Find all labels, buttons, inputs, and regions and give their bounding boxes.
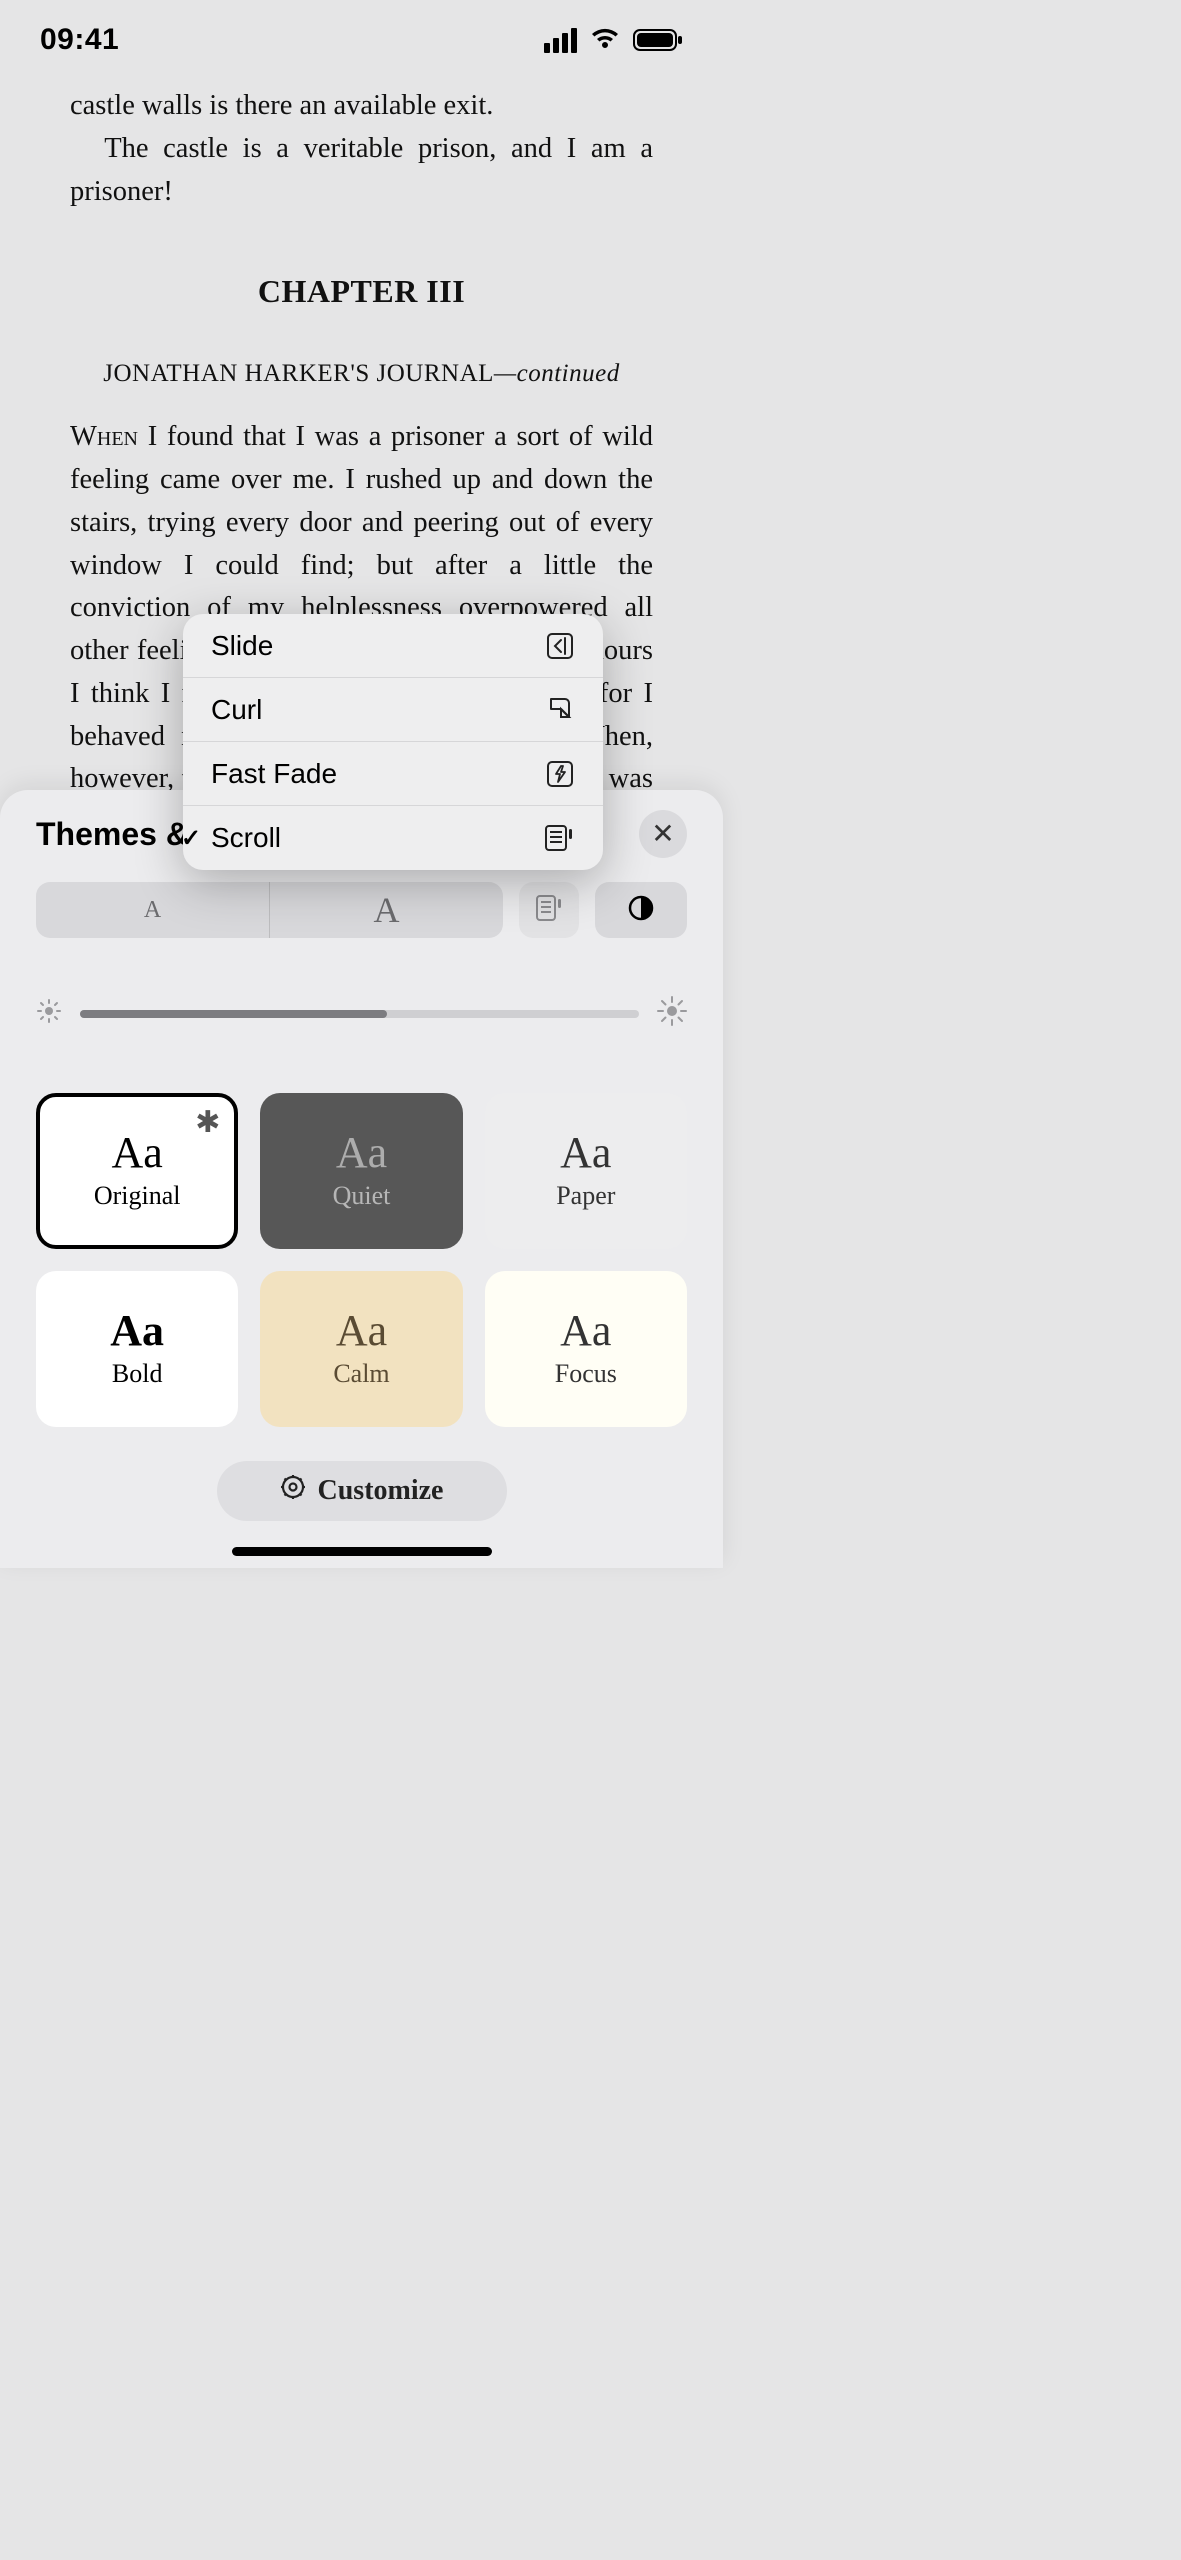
theme-name: Focus — [555, 1359, 617, 1389]
menu-item-curl[interactable]: Curl — [183, 678, 603, 742]
gear-icon — [280, 1474, 306, 1508]
appearance-controls-row: A A — [36, 882, 687, 938]
theme-sample-text: Aa — [560, 1131, 611, 1175]
menu-item-label: Curl — [211, 694, 262, 726]
theme-name: Paper — [556, 1181, 615, 1211]
theme-sample-text: Aa — [560, 1309, 611, 1353]
theme-calm[interactable]: Aa Calm — [260, 1271, 462, 1427]
menu-item-label: Slide — [211, 630, 273, 662]
wifi-icon — [589, 28, 621, 52]
slider-track[interactable] — [80, 1010, 639, 1018]
status-bar: 09:41 — [0, 0, 723, 80]
themes-settings-sheet: Themes & ✕ A A — [0, 790, 723, 1568]
menu-item-fast-fade[interactable]: Fast Fade — [183, 742, 603, 806]
star-icon: ✱ — [195, 1105, 220, 1140]
close-button[interactable]: ✕ — [639, 810, 687, 858]
theme-grid: ✱ Aa Original Aa Quiet Aa Paper Aa Bold … — [36, 1093, 687, 1427]
cellular-icon — [544, 28, 577, 53]
slider-fill — [80, 1010, 387, 1018]
close-icon: ✕ — [651, 817, 674, 851]
customize-button-label: Customize — [318, 1475, 444, 1507]
theme-name: Quiet — [333, 1181, 391, 1211]
curl-icon — [545, 695, 575, 725]
scroll-icon — [543, 823, 575, 853]
customize-button[interactable]: Customize — [217, 1461, 507, 1521]
theme-bold[interactable]: Aa Bold — [36, 1271, 238, 1427]
theme-paper[interactable]: Aa Paper — [485, 1093, 687, 1249]
theme-sample-text: Aa — [112, 1131, 163, 1175]
scroll-icon — [534, 894, 564, 927]
theme-name: Bold — [112, 1359, 163, 1389]
sheet-title: Themes & — [36, 816, 189, 853]
theme-focus[interactable]: Aa Focus — [485, 1271, 687, 1427]
page-turn-style-button[interactable] — [519, 882, 579, 938]
menu-item-slide[interactable]: Slide — [183, 614, 603, 678]
menu-item-scroll[interactable]: ✓ Scroll — [183, 806, 603, 870]
sun-bright-icon — [657, 996, 687, 1031]
fast-fade-icon — [545, 759, 575, 789]
chapter-subtitle: JONATHAN HARKER'S JOURNAL—continued — [70, 360, 653, 388]
book-line: castle walls is there an available exit. — [70, 85, 653, 128]
font-size-decrease-button[interactable]: A — [36, 882, 269, 938]
font-size-increase-button[interactable]: A — [270, 882, 503, 938]
chapter-heading: CHAPTER III — [70, 273, 653, 310]
appearance-mode-button[interactable] — [595, 882, 687, 938]
page-turn-menu: Slide Curl Fast Fade ✓ Scroll — [183, 614, 603, 870]
theme-sample-text: Aa — [110, 1309, 164, 1353]
brightness-slider[interactable] — [36, 996, 687, 1031]
status-time: 09:41 — [40, 23, 119, 57]
theme-quiet[interactable]: Aa Quiet — [260, 1093, 462, 1249]
theme-sample-text: Aa — [336, 1309, 387, 1353]
menu-item-label: Scroll — [211, 822, 281, 854]
theme-name: Original — [94, 1181, 181, 1211]
theme-original[interactable]: ✱ Aa Original — [36, 1093, 238, 1249]
slide-icon — [545, 631, 575, 661]
theme-name: Calm — [333, 1359, 389, 1389]
half-circle-icon — [626, 893, 656, 928]
checkmark-icon: ✓ — [183, 824, 201, 853]
book-line: The castle is a veritable prison, and I … — [70, 128, 653, 214]
home-indicator[interactable] — [232, 1547, 492, 1556]
battery-icon — [633, 28, 683, 52]
sun-dim-icon — [36, 998, 62, 1029]
font-size-segmented: A A — [36, 882, 503, 938]
theme-sample-text: Aa — [336, 1131, 387, 1175]
status-indicators — [544, 28, 683, 53]
menu-item-label: Fast Fade — [211, 758, 337, 790]
